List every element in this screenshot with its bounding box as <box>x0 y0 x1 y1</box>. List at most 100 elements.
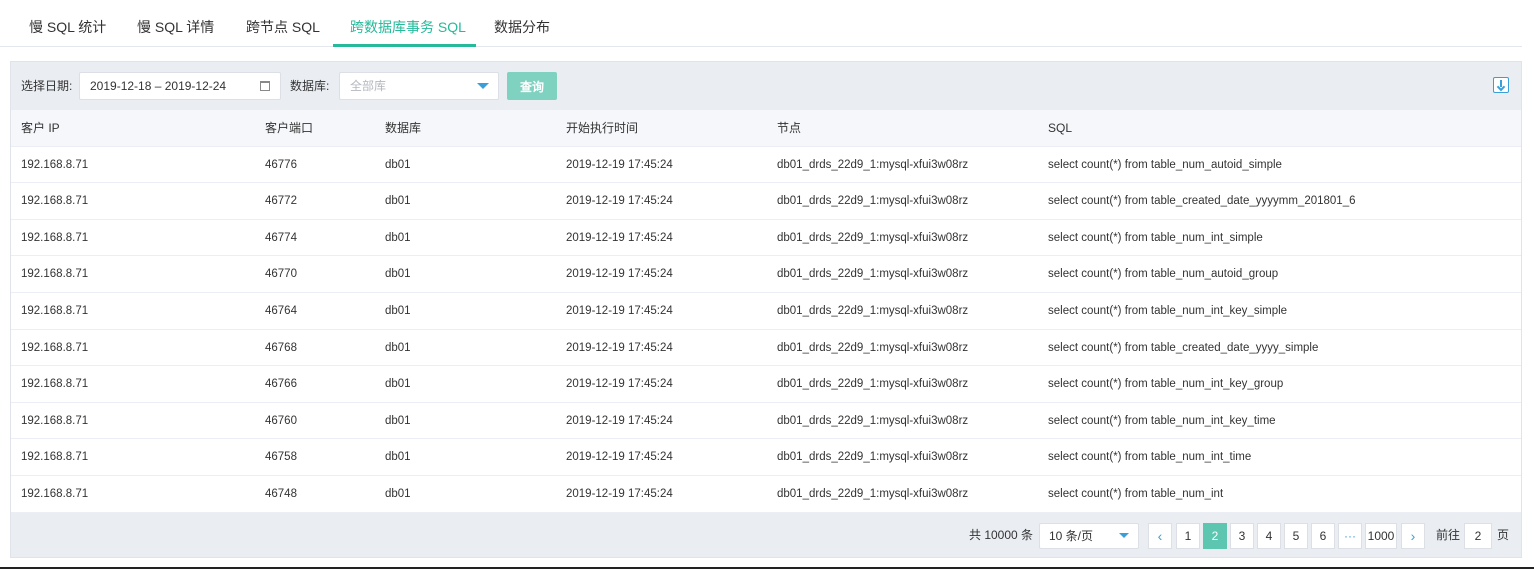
cell-client-ip: 192.168.8.71 <box>21 414 89 427</box>
page-button-5[interactable]: 5 <box>1284 523 1308 549</box>
cell-database: db01 <box>385 451 411 464</box>
column-header-start-time: 开始执行时间 <box>566 121 639 135</box>
table-row[interactable]: 192.168.8.71 46774 db01 2019-12-19 17:45:24… <box>11 220 1521 257</box>
column-header-client-ip: 客户 IP <box>21 121 60 135</box>
cell-sql: select count(*) from table_num_autoid_si… <box>1048 158 1282 171</box>
cell-client-port: 46772 <box>265 195 297 208</box>
tab-bar: 慢 SQL 统计 慢 SQL 详情 跨节点 SQL 跨数据库事务 SQL 数据分… <box>0 0 1522 47</box>
table-row[interactable]: 192.168.8.71 46770 db01 2019-12-19 17:45:24… <box>11 256 1521 293</box>
cell-sql: select count(*) from table_num_autoid_gr… <box>1048 268 1279 281</box>
cell-node: db01_drds_22d9_1:mysql-xfui3w08rz <box>777 451 969 464</box>
cell-node: db01_drds_22d9_1:mysql-xfui3w08rz <box>777 487 969 500</box>
date-range-picker[interactable]: 2019-12-18 – 2019-12-24 <box>79 72 281 100</box>
tab-slow-sql-stats[interactable]: 慢 SQL 统计 <box>29 0 106 47</box>
results-panel: 选择日期: 2019-12-18 – 2019-12-24 数据库: 全部库 查… <box>10 61 1522 558</box>
table-row[interactable]: 192.168.8.71 46760 db01 2019-12-19 17:45:24… <box>11 403 1521 440</box>
cell-node: db01_drds_22d9_1:mysql-xfui3w08rz <box>777 414 969 427</box>
next-page-button[interactable]: › <box>1401 523 1425 549</box>
cell-node: db01_drds_22d9_1:mysql-xfui3w08rz <box>777 304 969 317</box>
total-count: 共 10000 条 <box>969 528 1034 542</box>
table-body: 192.168.8.71 46776 db01 2019-12-19 17:45:24… <box>11 147 1521 513</box>
cell-start-time: 2019-12-19 17:45:24 <box>566 378 673 391</box>
cell-client-ip: 192.168.8.71 <box>21 451 89 464</box>
cell-client-port: 46748 <box>265 487 297 500</box>
chevron-down-icon <box>477 83 489 89</box>
table-row[interactable]: 192.168.8.71 46772 db01 2019-12-19 17:45:24… <box>11 183 1521 220</box>
cell-database: db01 <box>385 414 411 427</box>
cell-sql: select count(*) from table_created_date_… <box>1048 195 1356 208</box>
page-button-2[interactable]: 2 <box>1203 523 1227 549</box>
database-select[interactable]: 全部库 <box>339 72 499 100</box>
table-row[interactable]: 192.168.8.71 46764 db01 2019-12-19 17:45:24… <box>11 293 1521 330</box>
cell-sql: select count(*) from table_num_int_key_g… <box>1048 378 1284 391</box>
table-row[interactable]: 192.168.8.71 46748 db01 2019-12-19 17:45:24… <box>11 476 1521 513</box>
cell-node: db01_drds_22d9_1:mysql-xfui3w08rz <box>777 195 969 208</box>
cell-client-port: 46776 <box>265 158 297 171</box>
column-header-sql: SQL <box>1048 121 1073 135</box>
cell-sql: select count(*) from table_num_int <box>1048 487 1224 500</box>
cell-client-port: 46764 <box>265 304 297 317</box>
cell-client-ip: 192.168.8.71 <box>21 158 89 171</box>
cell-database: db01 <box>385 378 411 391</box>
table-row[interactable]: 192.168.8.71 46768 db01 2019-12-19 17:45:24… <box>11 330 1521 367</box>
cell-client-port: 46770 <box>265 268 297 281</box>
filter-toolbar: 选择日期: 2019-12-18 – 2019-12-24 数据库: 全部库 查… <box>11 62 1521 110</box>
cell-client-ip: 192.168.8.71 <box>21 268 89 281</box>
cell-sql: select count(*) from table_num_int_key_t… <box>1048 414 1276 427</box>
cell-database: db01 <box>385 231 411 244</box>
query-button[interactable]: 查询 <box>507 72 557 100</box>
tab-cross-db-transaction-sql[interactable]: 跨数据库事务 SQL <box>350 0 466 47</box>
more-pages-ellipsis[interactable]: ··· <box>1338 523 1362 549</box>
active-tab-indicator <box>333 44 476 47</box>
cell-client-port: 46768 <box>265 341 297 354</box>
table-row[interactable]: 192.168.8.71 46776 db01 2019-12-19 17:45:24… <box>11 147 1521 184</box>
cell-database: db01 <box>385 341 411 354</box>
cell-client-port: 46760 <box>265 414 297 427</box>
cell-sql: select count(*) from table_num_int_time <box>1048 451 1252 464</box>
cell-node: db01_drds_22d9_1:mysql-xfui3w08rz <box>777 378 969 391</box>
tab-slow-sql-detail[interactable]: 慢 SQL 详情 <box>137 0 214 47</box>
page-size-select[interactable]: 10 条/页 <box>1039 523 1139 549</box>
cell-start-time: 2019-12-19 17:45:24 <box>566 195 673 208</box>
page-button-1000[interactable]: 1000 <box>1365 523 1397 549</box>
cell-sql: select count(*) from table_num_int_key_s… <box>1048 304 1288 317</box>
cell-start-time: 2019-12-19 17:45:24 <box>566 341 673 354</box>
cell-client-ip: 192.168.8.71 <box>21 231 89 244</box>
cell-node: db01_drds_22d9_1:mysql-xfui3w08rz <box>777 268 969 281</box>
cell-node: db01_drds_22d9_1:mysql-xfui3w08rz <box>777 341 969 354</box>
table-row[interactable]: 192.168.8.71 46758 db01 2019-12-19 17:45:24… <box>11 439 1521 476</box>
cell-client-ip: 192.168.8.71 <box>21 195 89 208</box>
cell-client-ip: 192.168.8.71 <box>21 487 89 500</box>
page-button-6[interactable]: 6 <box>1311 523 1335 549</box>
cell-database: db01 <box>385 158 411 171</box>
page-button-4[interactable]: 4 <box>1257 523 1281 549</box>
cell-client-ip: 192.168.8.71 <box>21 341 89 354</box>
goto-suffix-label: 页 <box>1497 528 1510 542</box>
table-row[interactable]: 192.168.8.71 46766 db01 2019-12-19 17:45:24… <box>11 366 1521 403</box>
download-icon[interactable] <box>1493 77 1509 93</box>
cell-start-time: 2019-12-19 17:45:24 <box>566 304 673 317</box>
cell-client-ip: 192.168.8.71 <box>21 304 89 317</box>
tab-cross-node-sql[interactable]: 跨节点 SQL <box>246 0 320 47</box>
date-range-value: 2019-12-18 – 2019-12-24 <box>90 79 227 93</box>
column-header-client-port: 客户端口 <box>265 121 314 135</box>
results-table: 客户 IP 客户端口 数据库 开始执行时间 节点 SQL 192.168.8.7… <box>11 110 1521 513</box>
column-header-database: 数据库 <box>385 121 422 135</box>
cell-sql: select count(*) from table_created_date_… <box>1048 341 1319 354</box>
prev-page-button[interactable]: ‹ <box>1148 523 1172 549</box>
cell-start-time: 2019-12-19 17:45:24 <box>566 487 673 500</box>
cell-start-time: 2019-12-19 17:45:24 <box>566 451 673 464</box>
tab-data-distribution[interactable]: 数据分布 <box>494 0 550 47</box>
page-size-value: 10 条/页 <box>1049 529 1094 543</box>
cell-database: db01 <box>385 304 411 317</box>
pagination-bar: 共 10000 条 10 条/页 ‹ 1 2 3 4 5 6 ··· 1000 … <box>11 513 1521 557</box>
page-button-1[interactable]: 1 <box>1176 523 1200 549</box>
goto-page-input[interactable] <box>1464 523 1492 549</box>
cell-start-time: 2019-12-19 17:45:24 <box>566 268 673 281</box>
cell-start-time: 2019-12-19 17:45:24 <box>566 158 673 171</box>
page-button-3[interactable]: 3 <box>1230 523 1254 549</box>
date-label: 选择日期: <box>21 79 73 93</box>
cell-node: db01_drds_22d9_1:mysql-xfui3w08rz <box>777 158 969 171</box>
database-select-placeholder: 全部库 <box>350 79 387 93</box>
cell-client-port: 46774 <box>265 231 297 244</box>
